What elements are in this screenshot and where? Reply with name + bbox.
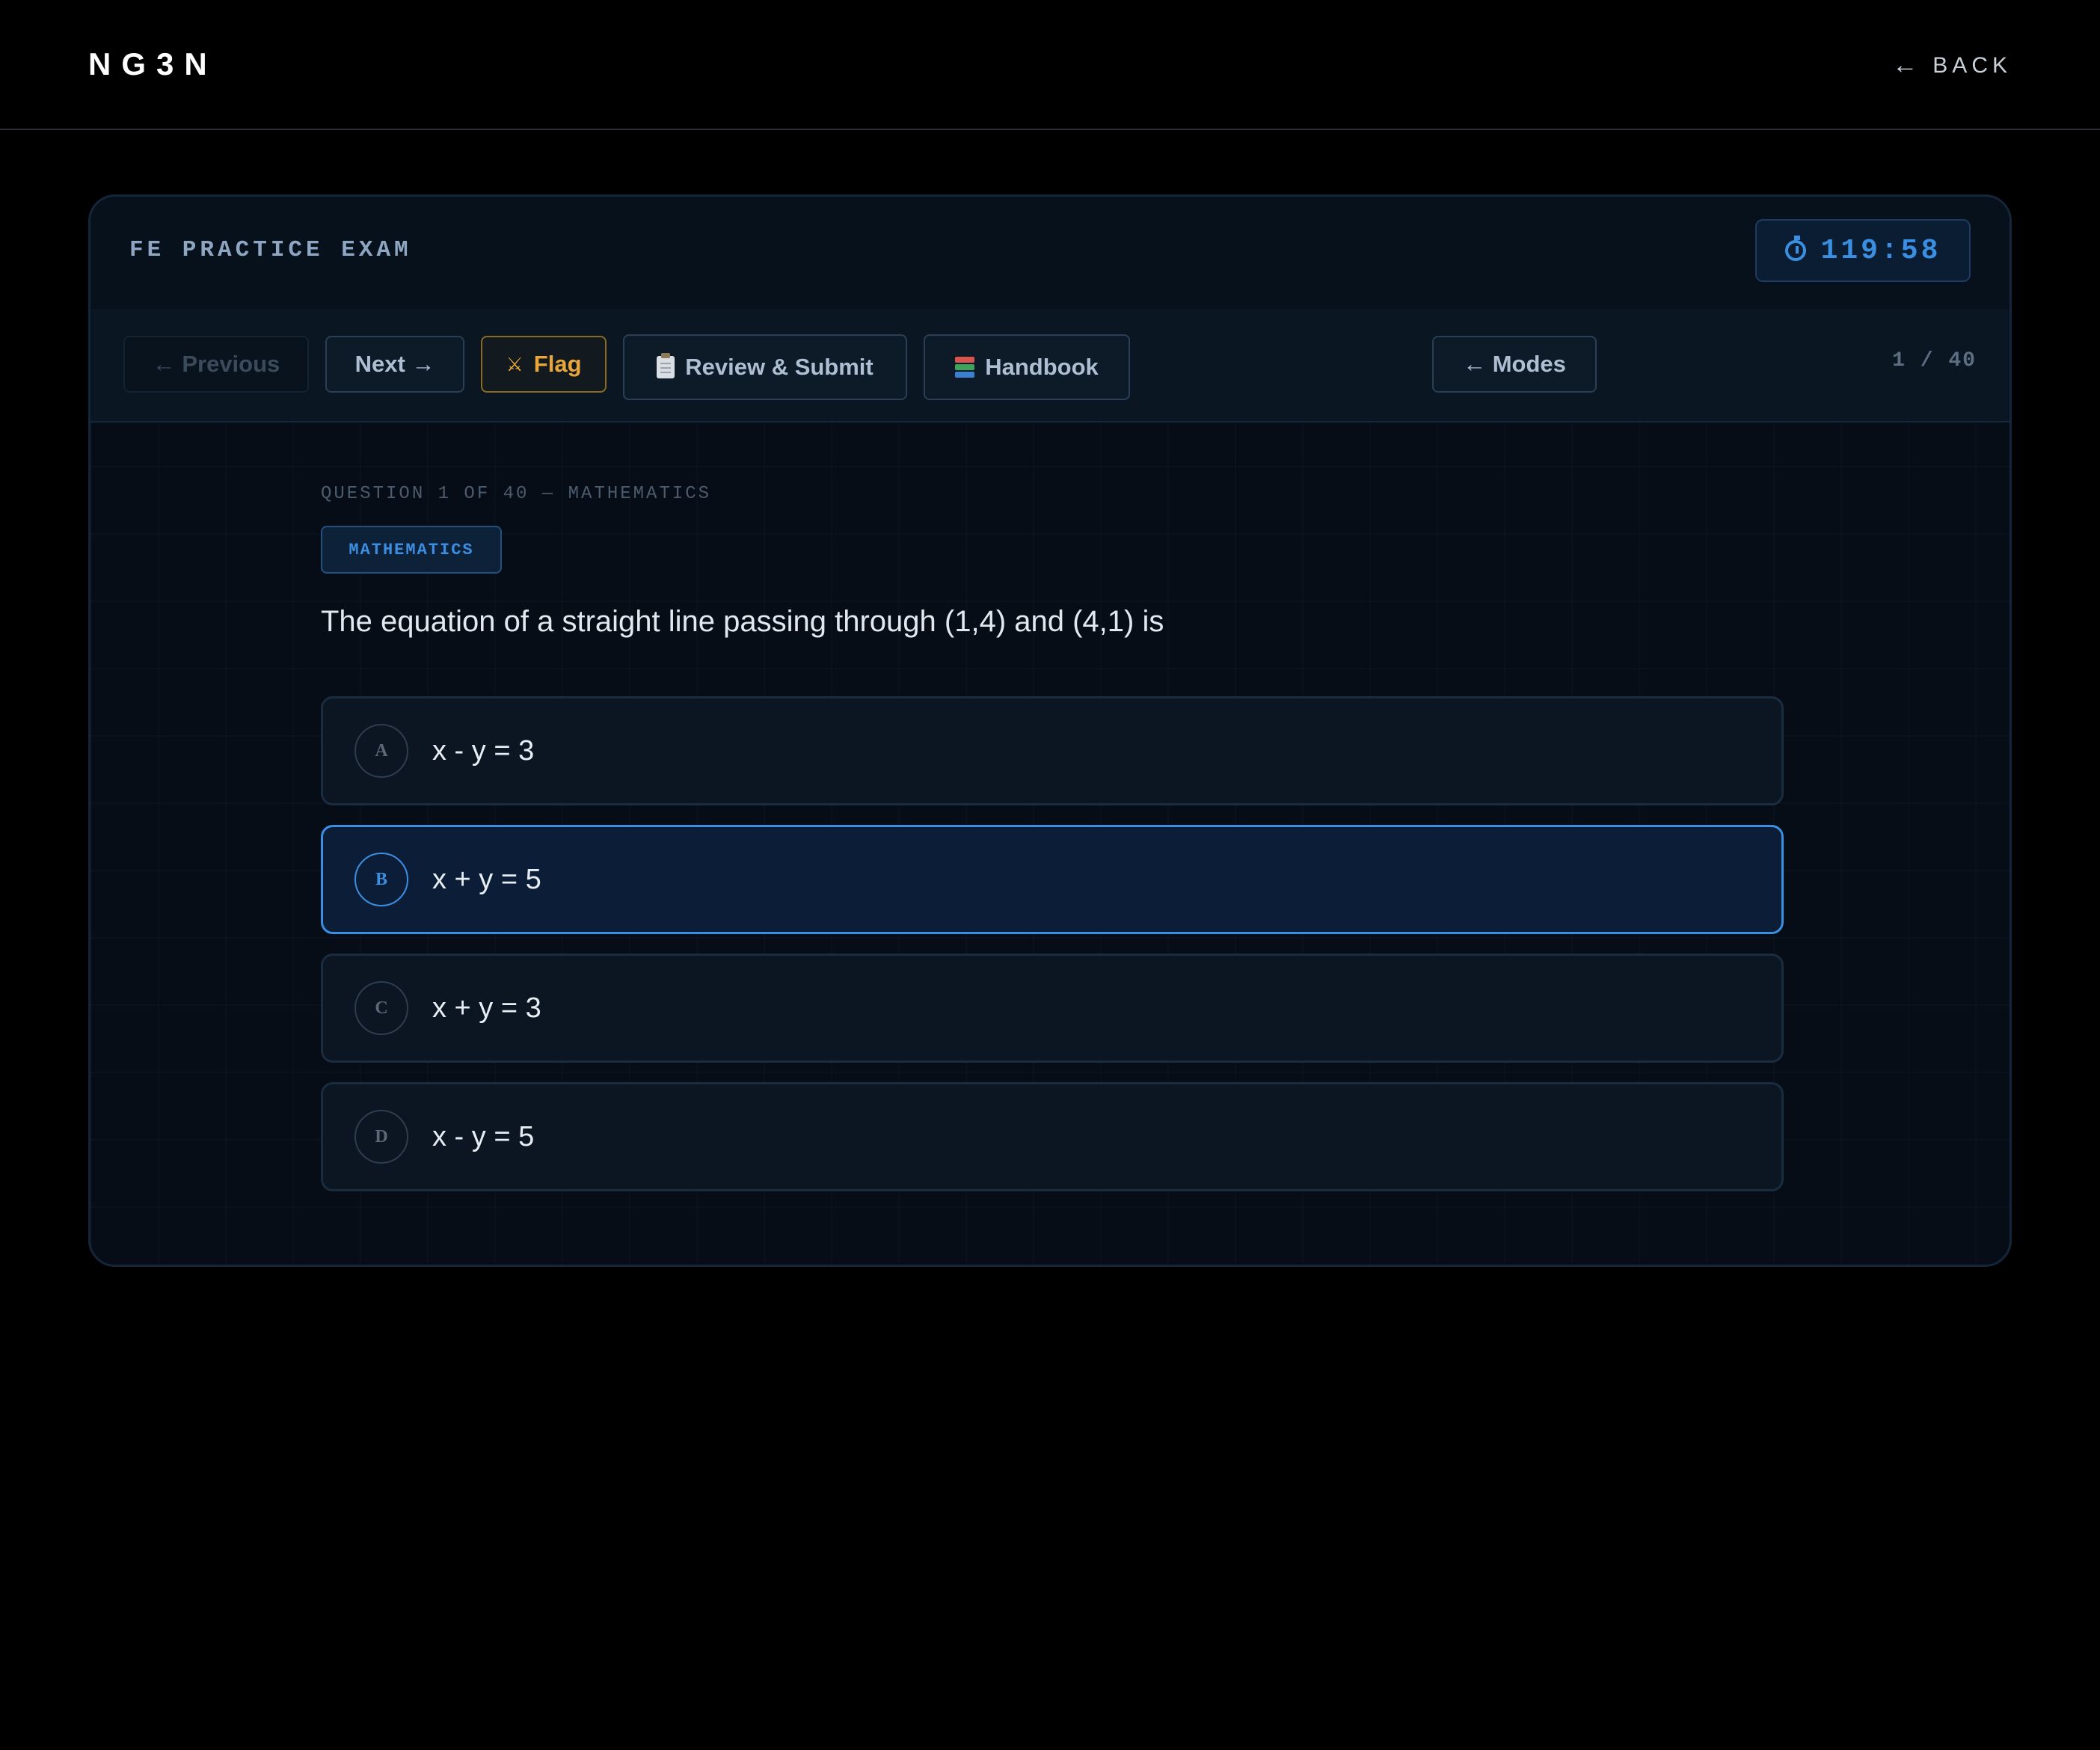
question-counter: 1 / 40 (1892, 349, 1977, 372)
next-label: Next → (354, 351, 435, 377)
option-letter: C (354, 981, 408, 1035)
top-bar: NG3N ← BACK (0, 0, 2100, 130)
next-button[interactable]: Next → (325, 336, 464, 393)
card-header: FE PRACTICE EXAM 119:58 (90, 197, 2010, 310)
timer-value: 119:58 (1820, 234, 1941, 267)
arrow-left-icon: ← (1892, 51, 1923, 79)
flag-button[interactable]: ⚔ Flag (481, 336, 607, 393)
brand-logo[interactable]: NG3N (88, 46, 218, 82)
previous-button[interactable]: ← Previous (123, 336, 309, 393)
flag-label: Flag (533, 351, 582, 377)
clipboard-icon (657, 353, 675, 378)
option-d[interactable]: D x - y = 5 (321, 1082, 1784, 1191)
review-submit-button[interactable]: Review & Submit (623, 334, 907, 400)
option-text: x + y = 3 (432, 992, 541, 1024)
back-button[interactable]: ← BACK (1892, 51, 2012, 80)
previous-label: ← Previous (152, 351, 280, 377)
question-text: The equation of a straight line passing … (321, 605, 1164, 638)
option-letter: D (354, 1110, 408, 1164)
option-text: x - y = 3 (432, 734, 535, 767)
timer: 119:58 (1755, 219, 1971, 282)
option-letter: A (354, 724, 408, 778)
stopwatch-icon (1784, 236, 1806, 261)
books-icon (955, 357, 975, 378)
exam-toolbar: ← Previous Next → ⚔ Flag Review & Submit… (90, 309, 2010, 423)
question-meta: QUESTION 1 OF 40 — MATHEMATICS (321, 484, 712, 504)
exam-card: FE PRACTICE EXAM 119:58 ← Previous Next … (88, 194, 2012, 1267)
modes-label: ← Modes (1463, 351, 1566, 377)
option-text: x + y = 5 (432, 863, 541, 895)
option-text: x - y = 5 (432, 1120, 535, 1152)
modes-button[interactable]: ← Modes (1432, 336, 1597, 393)
handbook-label: Handbook (985, 354, 1099, 380)
review-submit-label: Review & Submit (685, 354, 874, 380)
subject-tag: MATHEMATICS (321, 526, 502, 574)
back-label: BACK (1932, 52, 2012, 78)
handbook-button[interactable]: Handbook (924, 334, 1130, 400)
exam-title: FE PRACTICE EXAM (129, 237, 412, 263)
option-a[interactable]: A x - y = 3 (321, 696, 1784, 805)
option-c[interactable]: C x + y = 3 (321, 954, 1784, 1063)
flag-icon: ⚔ (506, 352, 524, 375)
option-b[interactable]: B x + y = 5 (321, 825, 1784, 934)
option-letter: B (354, 853, 408, 906)
